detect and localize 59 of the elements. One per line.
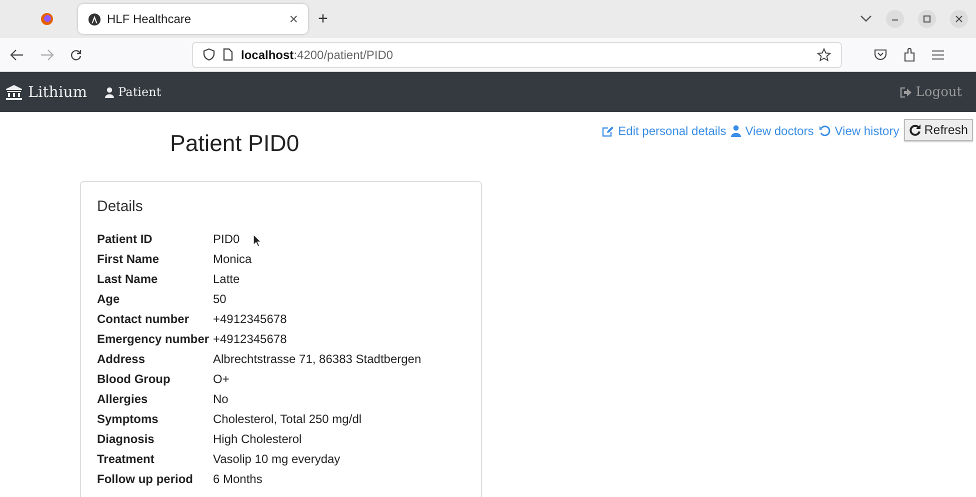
tab-title: HLF Healthcare — [107, 12, 192, 26]
browser-tab[interactable]: HLF Healthcare × — [78, 4, 308, 34]
field-value: PID0 — [213, 231, 240, 248]
tab-close-button[interactable]: × — [289, 10, 298, 28]
refresh-button[interactable]: Refresh — [904, 119, 973, 141]
field-label: Treatment — [97, 451, 156, 468]
field-value: Cholesterol, Total 250 mg/dl — [213, 411, 362, 428]
pocket-icon[interactable] — [874, 48, 887, 61]
field-value: No — [213, 391, 228, 408]
field-value: Monica — [213, 251, 252, 268]
field-value: High Cholesterol — [213, 431, 302, 448]
reload-icon[interactable] — [70, 48, 82, 60]
field-label: Contact number — [97, 311, 190, 328]
field-value: +4912345678 — [213, 331, 287, 348]
menu-icon[interactable] — [932, 50, 944, 60]
field-label: Blood Group — [97, 371, 172, 388]
field-label: Emergency number — [97, 331, 210, 348]
field-label: Last Name — [97, 271, 159, 288]
extensions-icon[interactable] — [903, 48, 916, 62]
history-icon — [818, 125, 831, 137]
field-label: Allergies — [97, 391, 149, 408]
field-label: Address — [97, 351, 146, 368]
field-label: Diagnosis — [97, 431, 156, 448]
maximize-icon[interactable] — [918, 10, 936, 28]
nav-link[interactable]: Patient — [105, 85, 162, 99]
logout-icon — [900, 86, 912, 98]
angular-icon — [88, 12, 101, 26]
field-value: Albrechtstrasse 71, 86383 Stadtbergen — [213, 351, 422, 368]
bank-icon — [6, 84, 22, 100]
field-label: First Name — [97, 251, 160, 268]
user-doctor-icon — [731, 125, 742, 137]
shield-icon — [203, 48, 215, 61]
field-value: +4912345678 — [213, 311, 287, 328]
field-value: 50 — [213, 291, 226, 308]
page-title: Patient PID0 — [170, 130, 300, 157]
field-label: Follow up period — [97, 471, 194, 488]
firefox-icon[interactable] — [40, 12, 54, 26]
field-value: 6 Months — [213, 471, 262, 488]
edit-icon — [602, 126, 614, 136]
user-icon — [105, 86, 114, 98]
back-icon[interactable] — [10, 48, 24, 60]
page-icon — [223, 48, 233, 61]
field-value: Vasolip 10 mg everyday — [213, 451, 340, 468]
url-text: localhost:4200/patient/PID0 — [241, 48, 394, 62]
field-value: O+ — [213, 371, 230, 388]
star-icon[interactable] — [817, 48, 831, 62]
refresh-icon — [909, 124, 922, 136]
field-label: Age — [97, 291, 121, 308]
logout-link[interactable]: Logout — [900, 84, 962, 100]
card-title: Details — [97, 198, 144, 215]
address-bar[interactable]: localhost:4200/patient/PID0 — [192, 42, 842, 68]
field-label: Symptoms — [97, 411, 160, 428]
field-value: Latte — [213, 271, 240, 288]
mouse-pointer-icon — [253, 234, 262, 247]
field-label: Patient ID — [97, 231, 154, 248]
new-tab-button[interactable]: + — [318, 9, 328, 29]
close-icon[interactable] — [950, 10, 968, 28]
brand-link[interactable]: Lithium — [6, 83, 88, 101]
chevron-down-icon[interactable] — [860, 15, 872, 23]
